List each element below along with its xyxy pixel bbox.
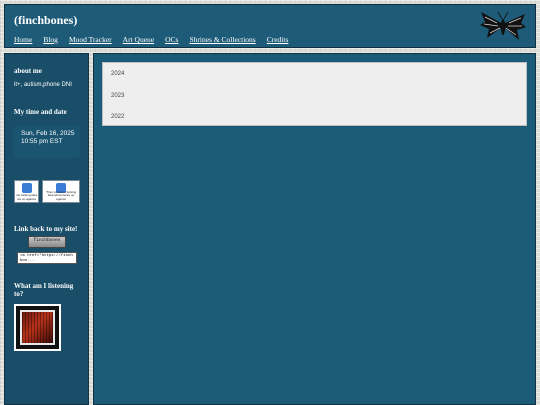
nav-link-blog[interactable]: Blog <box>43 35 58 44</box>
nav-link-mood-tracker[interactable]: Mood Tracker <box>69 35 112 44</box>
album-frame <box>16 306 59 349</box>
archive-item-2022[interactable]: 2022 <box>111 114 124 120</box>
nav-link-shrines[interactable]: Shrines & Collections <box>189 35 255 44</box>
stamp-text: me fucking idea ice up against <box>16 194 37 201</box>
about-heading: about me <box>14 67 42 75</box>
link-back-heading: Link back to my site! <box>14 225 78 233</box>
site-link-button[interactable]: finchbones <box>28 236 66 248</box>
stamp-text: 'Then turns me fucking idea what pieces … <box>45 190 77 201</box>
album-cover[interactable] <box>14 304 61 351</box>
stamp-1[interactable]: me fucking idea ice up against <box>14 180 39 203</box>
moth-icon <box>480 11 526 40</box>
archive-list: 2024 2023 2022 <box>102 62 527 126</box>
clock-date: Sun, Feb 16, 2025 <box>21 130 75 137</box>
site-title: (finchbones) <box>14 13 78 27</box>
listening-heading: What am I listening to? <box>14 282 74 298</box>
main-nav: Home Blog Mood Tracker Art Queue OCs Shr… <box>14 29 295 47</box>
nav-link-ocs[interactable]: OCs <box>165 35 178 44</box>
time-heading: My time and date <box>14 108 67 116</box>
about-text: it+, autism,phone DNI <box>14 82 72 88</box>
album-art-image <box>20 310 55 345</box>
sidebar: about me it+, autism,phone DNI My time a… <box>4 53 89 405</box>
archive-item-2023[interactable]: 2023 <box>111 93 124 99</box>
nav-link-home[interactable]: Home <box>14 35 32 44</box>
clock-widget: Sun, Feb 16, 2025 10:55 pm EST <box>14 126 80 158</box>
stamp-2[interactable]: 'Then turns me fucking idea what pieces … <box>42 180 80 203</box>
link-code-textbox[interactable]: <a href="https://finchbon... <box>17 252 77 264</box>
nav-link-credits[interactable]: Credits <box>267 35 289 44</box>
archive-item-2024[interactable]: 2024 <box>111 71 124 77</box>
site-header: (finchbones) Home Blog Mood Tracker Art … <box>4 4 536 48</box>
nav-link-art-queue[interactable]: Art Queue <box>123 35 154 44</box>
main-content: 2024 2023 2022 <box>93 53 536 405</box>
clock-time: 10:55 pm EST <box>21 137 63 145</box>
computer-icon <box>21 183 32 193</box>
